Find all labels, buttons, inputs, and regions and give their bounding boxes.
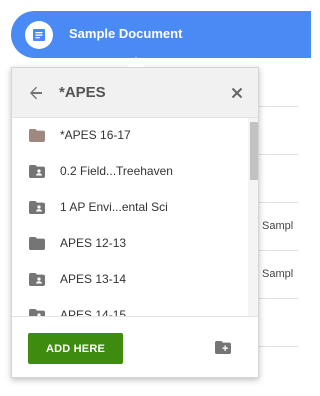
folder-name: *APES 16-17 [60, 128, 131, 142]
folder-list-item[interactable]: APES 12-13 [12, 226, 248, 262]
folder-list[interactable]: *APES 16-17 0.2 Field...Treehaven 1 AP E… [12, 118, 258, 316]
folder-name: APES 12-13 [60, 236, 127, 250]
add-here-button[interactable]: ADD HERE [28, 333, 123, 364]
background-divider [258, 250, 298, 251]
folder-list-item[interactable]: 1 AP Envi...ental Sci [12, 190, 248, 226]
close-icon[interactable] [231, 86, 243, 104]
folder-name: 0.2 Field...Treehaven [60, 164, 173, 178]
folder-icon [29, 129, 45, 147]
folder-list-item[interactable]: APES 13-14 [12, 262, 248, 298]
background-divider [258, 202, 298, 203]
folder-name: APES 13-14 [60, 272, 127, 286]
document-title: Sample Document [69, 26, 183, 41]
background-divider [258, 154, 298, 155]
background-row-text: Sampl [262, 268, 294, 280]
current-folder-title: *APES [59, 84, 106, 101]
background-row-text: Sampl [262, 220, 294, 232]
folder-list-item[interactable]: APES 14-15 [12, 298, 248, 316]
new-folder-icon[interactable] [215, 341, 231, 359]
arrow-left-icon[interactable] [28, 85, 44, 106]
folder-name: 1 AP Envi...ental Sci [60, 200, 168, 214]
document-header[interactable]: Sample Document [11, 11, 311, 58]
folder-list-item[interactable]: 0.2 Field...Treehaven [12, 154, 248, 190]
folder-name: APES 14-15 [60, 308, 127, 316]
shared-folder-icon [29, 309, 45, 316]
background-divider [258, 106, 298, 107]
folder-icon [29, 237, 45, 255]
shared-folder-icon [29, 201, 45, 219]
folder-picker-popup: *APES *APES 16-17 0.2 Field...Treehaven … [11, 67, 259, 378]
app-stage: Sampl Sampl Sample Document *APES *APES … [0, 0, 311, 396]
background-divider [258, 346, 298, 347]
shared-folder-icon [29, 165, 45, 183]
popup-header: *APES [12, 68, 258, 118]
shared-folder-icon [29, 273, 45, 291]
popup-caret [127, 57, 145, 67]
background-divider [258, 298, 298, 299]
popup-footer: ADD HERE [12, 316, 258, 377]
scrollbar-thumb[interactable] [250, 122, 258, 180]
folder-list-item[interactable]: *APES 16-17 [12, 118, 248, 154]
document-icon [25, 21, 53, 49]
